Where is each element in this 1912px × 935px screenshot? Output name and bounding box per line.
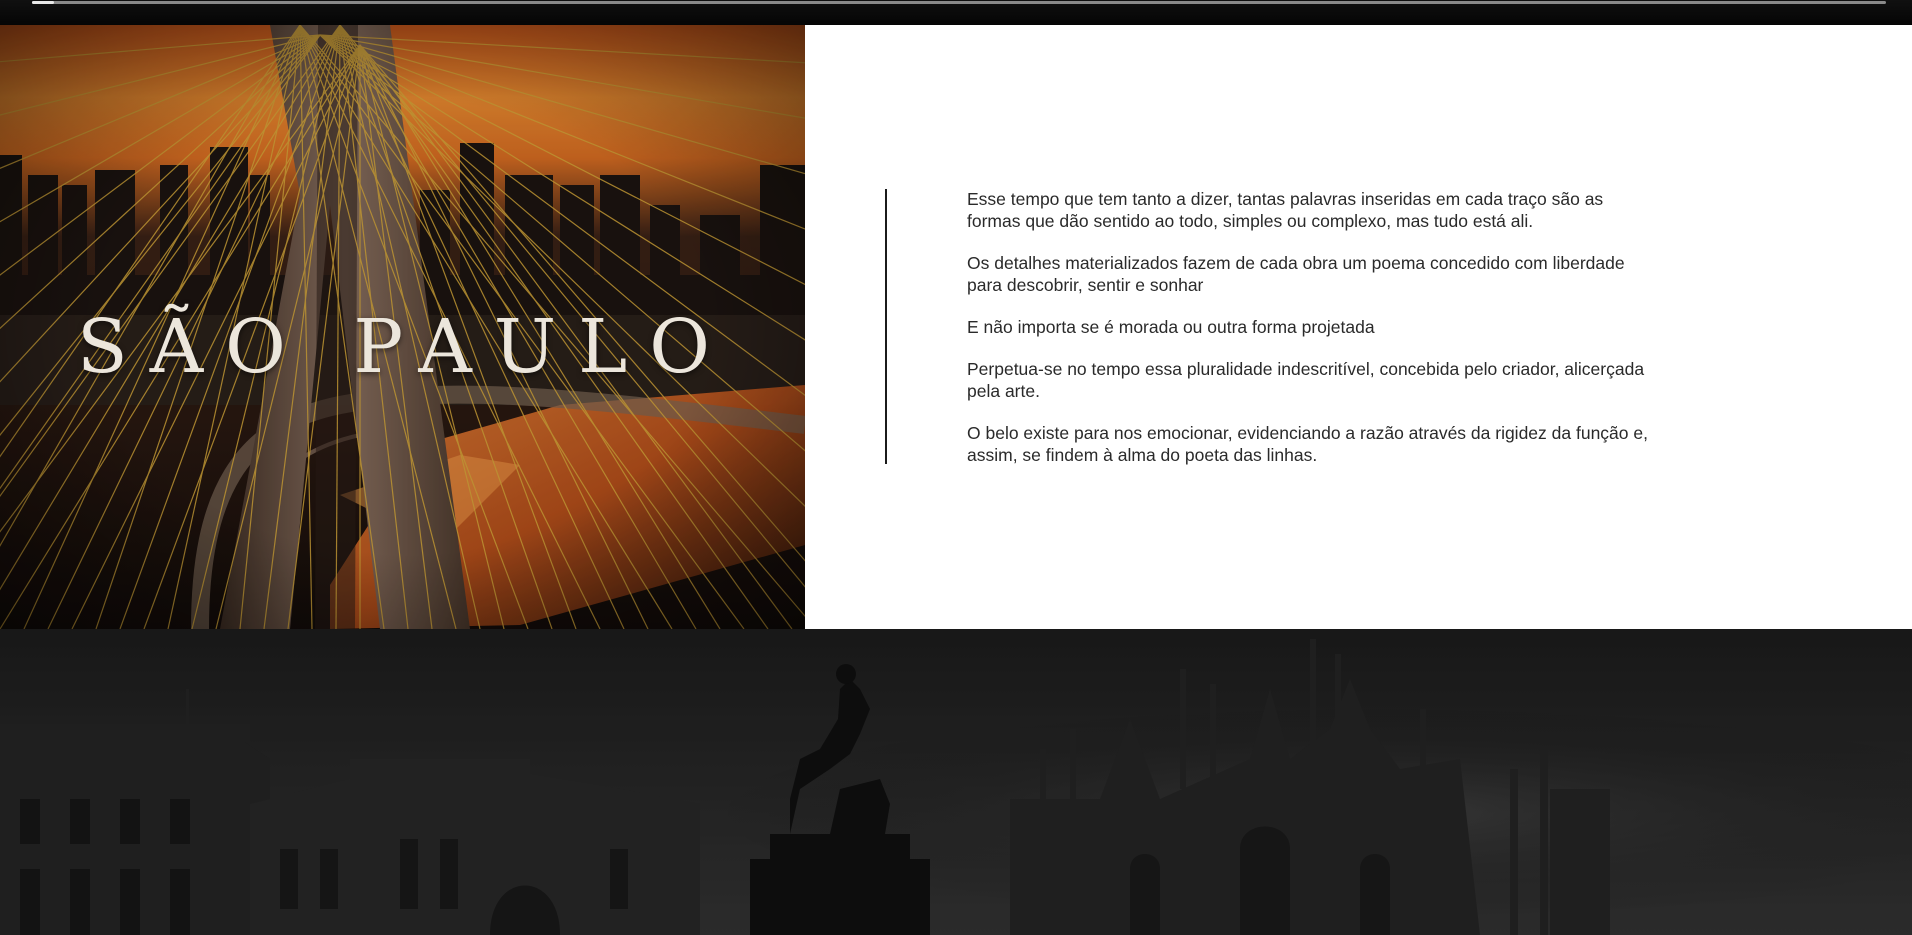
paragraph: O belo existe para nos emocionar, eviden… bbox=[967, 423, 1648, 465]
scroll-progress-fill bbox=[32, 1, 55, 4]
city-square-photo bbox=[0, 629, 1912, 935]
text-panel: Esse tempo que tem tanto a dizer, tantas… bbox=[805, 25, 1912, 629]
top-strip bbox=[0, 0, 1912, 25]
vertical-divider bbox=[885, 189, 887, 464]
page: SÃO PAULO Esse tempo que tem tanto a diz… bbox=[0, 0, 1912, 935]
bottom-hero-image bbox=[0, 629, 1912, 935]
paragraph: E não importa se é morada ou outra forma… bbox=[967, 317, 1375, 337]
hero-image-sao-paulo: SÃO PAULO bbox=[0, 25, 805, 629]
paragraph: Os detalhes materializados fazem de cada… bbox=[967, 253, 1625, 295]
paragraph-list: Esse tempo que tem tanto a dizer, tantas… bbox=[967, 188, 1657, 486]
scroll-progress-bar bbox=[32, 1, 1886, 4]
hero-title: SÃO PAULO bbox=[77, 304, 732, 390]
paragraph: Esse tempo que tem tanto a dizer, tantas… bbox=[967, 189, 1604, 231]
paragraph: Perpetua-se no tempo essa pluralidade in… bbox=[967, 359, 1645, 401]
